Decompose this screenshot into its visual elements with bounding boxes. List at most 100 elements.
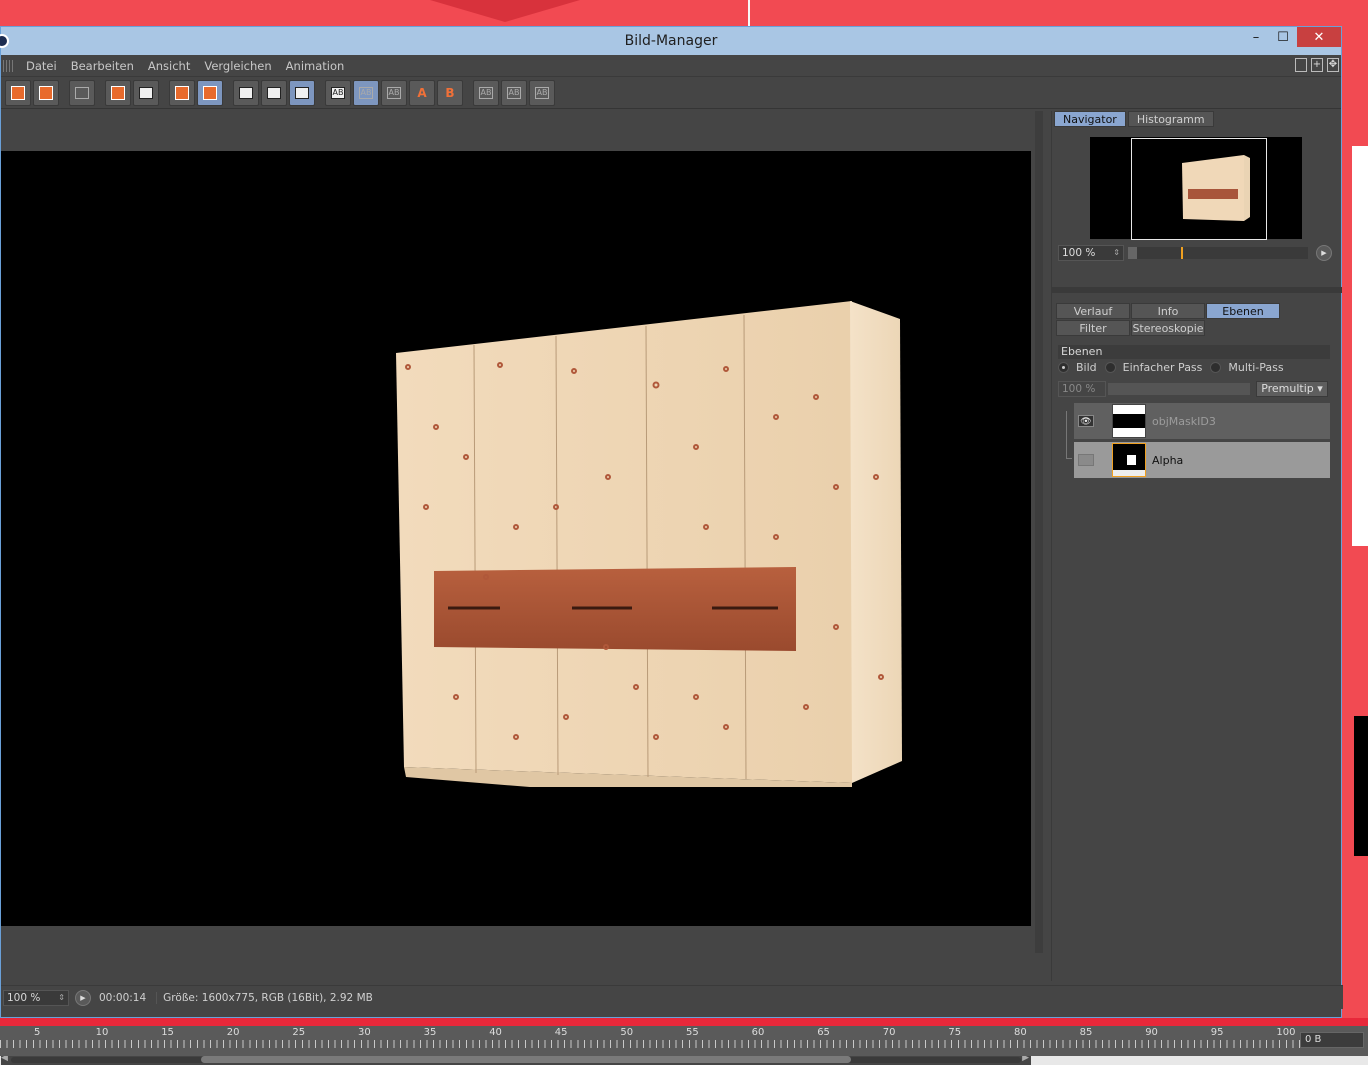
maximize-button[interactable]: ☐ (1268, 27, 1298, 47)
ab-split-button[interactable]: AB (353, 79, 379, 106)
ab-layout-2-button[interactable]: AB (501, 79, 527, 106)
timeline-ruler[interactable]: 5 10 15 20 25 30 35 40 45 50 55 60 65 70 75 80 85 90 95 100… (0, 1018, 1368, 1056)
zoom-field[interactable]: 100 % ⇕ (3, 989, 69, 1006)
spinner-icon[interactable]: ⇕ (1113, 246, 1120, 260)
desktop-background-right (1340, 26, 1368, 1026)
layout-panel-icon[interactable] (1295, 58, 1307, 72)
layer-tree-line (1066, 411, 1072, 459)
layer-opacity-field[interactable]: 100 % (1058, 381, 1106, 397)
view-compare-icon (295, 86, 309, 99)
timeline-label: 20 (226, 1027, 240, 1038)
title-bar[interactable]: Bild-Manager – ☐ ✕ (0, 27, 1341, 55)
set-b-button[interactable]: B (437, 79, 463, 106)
set-a-button[interactable]: A (409, 79, 435, 106)
radio-einfacher-pass[interactable] (1104, 362, 1116, 373)
layer-name: objMaskID3 (1152, 414, 1216, 428)
open-image-button[interactable] (5, 79, 31, 106)
ab-layout-3-button[interactable]: AB (529, 79, 555, 106)
close-button[interactable]: ✕ (1297, 27, 1341, 47)
scroll-thumb[interactable] (201, 1056, 851, 1063)
export-icon (139, 86, 153, 99)
copy-button[interactable] (169, 79, 195, 106)
image-view-area: ◀ ▶ (1, 111, 1043, 1065)
timeline-label: 65 (817, 1027, 830, 1038)
tab-info[interactable]: Info (1131, 303, 1205, 319)
radio-bild[interactable] (1058, 362, 1069, 373)
navigator-thumbnail (1182, 155, 1250, 221)
layer-mode-radios: Bild Einfacher Pass Multi-Pass (1058, 361, 1288, 374)
spinner-icon[interactable]: ⇕ (58, 991, 65, 1005)
layer-row-alpha[interactable]: Alpha (1074, 442, 1330, 478)
tab-ebenen[interactable]: Ebenen (1206, 303, 1280, 319)
tab-verlauf[interactable]: Verlauf (1056, 303, 1130, 319)
view-b-button[interactable] (261, 79, 287, 106)
crop-button[interactable] (105, 79, 131, 106)
paste-icon (203, 85, 217, 100)
timeline-label: 80 (1014, 1027, 1027, 1038)
export-button[interactable] (133, 79, 159, 106)
navigator-slider-fill (1128, 247, 1137, 259)
navigator-play-button[interactable]: ▶ (1316, 245, 1332, 261)
navigator-zoom-field[interactable]: 100 % ⇕ (1058, 245, 1124, 261)
timeline-label: 55 (686, 1027, 699, 1038)
timeline-label: 35 (423, 1027, 437, 1038)
radio-bild-label[interactable]: Bild (1076, 361, 1097, 374)
timeline-label: 40 (489, 1027, 502, 1038)
desktop-window-edge (1352, 146, 1368, 546)
menu-ansicht[interactable]: Ansicht (141, 59, 197, 73)
tab-stereoskopie[interactable]: Stereoskopie (1131, 320, 1205, 336)
timeline-label: 5 (34, 1027, 41, 1038)
eye-icon[interactable]: 👁 (1078, 415, 1094, 427)
menu-vergleichen[interactable]: Vergleichen (197, 59, 278, 73)
thumb-band (1113, 414, 1145, 428)
view-a-button[interactable] (233, 79, 259, 106)
ab-compare-button[interactable]: AB (325, 79, 351, 106)
vertical-scrollbar[interactable] (1035, 111, 1043, 953)
menu-grip-icon[interactable] (3, 59, 15, 72)
layer-row-objmaskid3[interactable]: 👁 objMaskID3 (1074, 403, 1330, 439)
right-panel: Navigator Histogramm 100 % ⇕ ▶ Verlauf I… (1051, 111, 1342, 981)
radio-einfacher-pass-label[interactable]: Einfacher Pass (1123, 361, 1203, 374)
minimize-button[interactable]: – (1241, 27, 1271, 47)
tab-filter[interactable]: Filter (1056, 320, 1130, 336)
visibility-toggle-icon[interactable] (1078, 454, 1094, 466)
timeline-ticks (0, 1040, 1300, 1048)
layer-opacity-row: 100 % Premultip ▾ (1058, 381, 1330, 397)
blend-mode-dropdown[interactable]: Premultip ▾ (1256, 381, 1328, 397)
layout-new-icon[interactable]: + (1311, 58, 1323, 72)
layer-list: 👁 objMaskID3 Alpha (1074, 403, 1330, 481)
layout-controls: + ✥ (1295, 58, 1339, 72)
layer-panel-tabs: Verlauf Info Ebenen Filter Stereoskopie (1056, 303, 1282, 336)
navigator-preview[interactable] (1090, 137, 1302, 240)
radio-multi-pass-label[interactable]: Multi-Pass (1228, 361, 1283, 374)
layout-move-icon[interactable]: ✥ (1327, 58, 1339, 72)
navigator-zoom-value: 100 % (1062, 247, 1096, 259)
view-a-icon (239, 86, 253, 99)
desktop-window-edge-dark (1354, 716, 1368, 856)
ab-swap-button[interactable]: AB (381, 79, 407, 106)
image-canvas[interactable] (1, 151, 1031, 926)
timeline-label: 30 (358, 1027, 371, 1038)
grid-tool-button[interactable] (69, 79, 95, 106)
menu-bearbeiten[interactable]: Bearbeiten (64, 59, 141, 73)
layer-thumbnail (1112, 404, 1146, 438)
crop-icon (111, 85, 125, 100)
tab-histogramm[interactable]: Histogramm (1127, 111, 1214, 127)
layer-opacity-slider[interactable] (1108, 383, 1250, 395)
view-compare-button[interactable] (289, 79, 315, 106)
size-field[interactable]: 0 B (1300, 1032, 1364, 1048)
paste-button[interactable] (197, 79, 223, 106)
ab-layout-1-button[interactable]: AB (473, 79, 499, 106)
menu-datei[interactable]: Datei (19, 59, 64, 73)
layer-thumbnail (1112, 443, 1146, 477)
navigator-slider-knob[interactable] (1181, 247, 1183, 259)
radio-multi-pass[interactable] (1210, 362, 1222, 373)
navigator-zoom-slider[interactable] (1128, 247, 1308, 259)
save-image-button[interactable] (33, 79, 59, 106)
tab-navigator[interactable]: Navigator (1054, 111, 1126, 127)
menu-animation[interactable]: Animation (279, 59, 352, 73)
play-button[interactable]: ▶ (75, 989, 91, 1006)
ab-icon: AB (331, 86, 345, 99)
ebenen-section-header: Ebenen (1058, 345, 1330, 359)
ab-layout-3-icon: AB (535, 86, 549, 99)
